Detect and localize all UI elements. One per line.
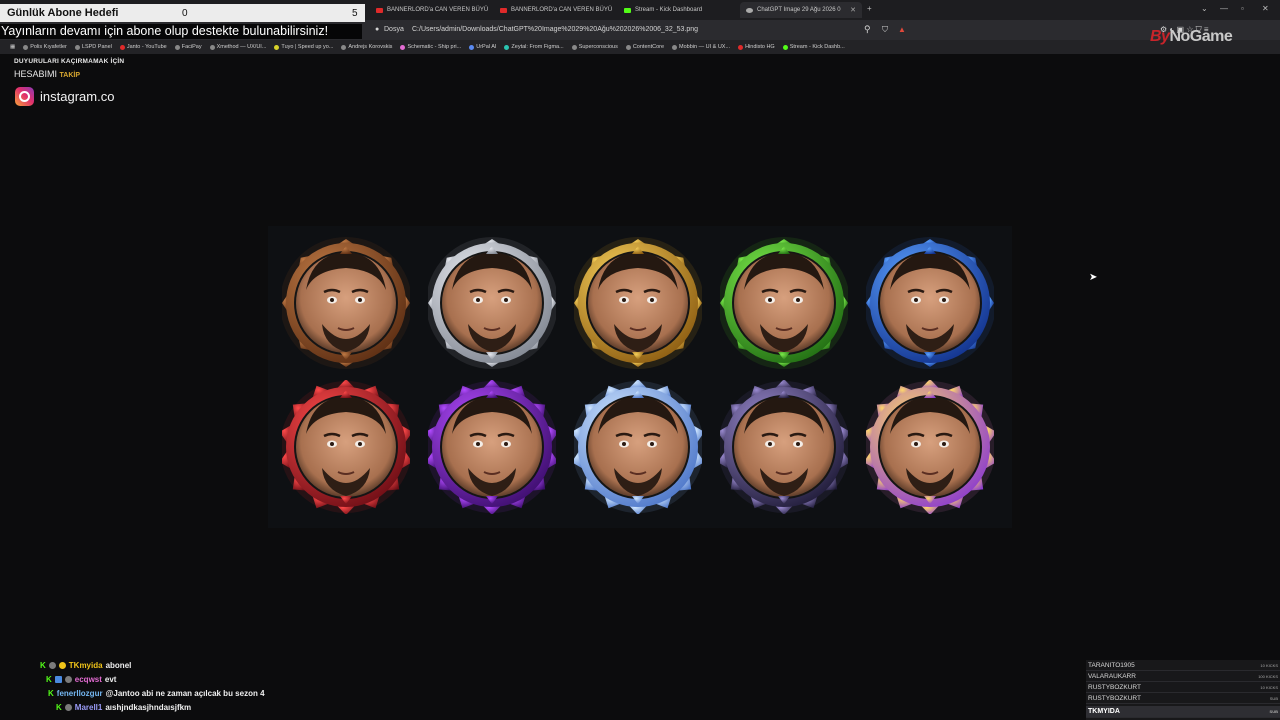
chat-text: evt: [104, 675, 117, 684]
minimize-icon[interactable]: —: [1220, 4, 1228, 13]
chat-message: K Marell1 aıshjndkasjhndaısjfkm: [56, 701, 191, 714]
leaderboard-row-latest: TKMYIDA SUB: [1086, 706, 1280, 718]
youtube-icon: [500, 7, 507, 13]
tab-bannerlord-1[interactable]: BANNERLORD'a CAN VEREN BÜYÜ: [370, 2, 492, 18]
bookmark-5[interactable]: Tuyo | Speed up yo...: [270, 44, 337, 50]
badge-icon: [64, 704, 72, 711]
instagram-icon: [15, 87, 34, 106]
image-viewer: [268, 226, 1012, 528]
chat-text: abonel: [105, 661, 132, 670]
close-tab-icon[interactable]: ✕: [850, 6, 856, 14]
chat-username[interactable]: fenerllozgur: [57, 689, 103, 698]
badge-frame-master: [720, 380, 848, 514]
tab-label: BANNERLORD'a CAN VEREN BÜYÜ: [387, 7, 489, 13]
badge-frame-amethyst: [428, 380, 556, 514]
goal-label: Günlük Abone Hedefi: [7, 7, 119, 19]
supporters-leaderboard: TARANITO1905 10 KICKS VALARAUKARR 100 KICK…: [1086, 660, 1280, 720]
tab-bannerlord-2[interactable]: BANNERLORD'a CAN VEREN BÜYÜ: [494, 2, 616, 18]
bookmark-7[interactable]: Schematic - Ship pri...: [396, 44, 465, 50]
info-icon[interactable]: ●: [375, 26, 379, 33]
badge-frame-ruby: [282, 380, 410, 514]
bookmark-12[interactable]: Mobbin — UI & UX...: [668, 44, 734, 50]
youtube-icon: [376, 7, 383, 13]
badge-frame-diamond: [574, 380, 702, 514]
bookmark-14[interactable]: Stream - Kick Dashb...: [779, 44, 849, 50]
chat-message: K fenerllozgur @Jantoo abi ne zaman açıl…: [48, 687, 265, 700]
bookmark-2[interactable]: Janto - YouTube: [116, 44, 171, 50]
leaderboard-row: RUSTYBOZKURT 10 KICKS: [1086, 682, 1280, 693]
leaderboard-row: RUSTYBOZKURT SUB: [1086, 693, 1280, 704]
badge-frame-silver: [428, 236, 556, 370]
url-field[interactable]: C:/Users/admin/Downloads/ChatGPT%20Image…: [412, 26, 698, 33]
instagram-handle: instagram.co: [40, 89, 115, 104]
tab-label: Stream - Kick Dashboard: [635, 7, 703, 13]
bookmarks-bar: ▦ Polis Kıyafetler LSPD Panel Janto - Yo…: [0, 40, 1280, 54]
bookmark-8[interactable]: UrPal AI: [465, 44, 500, 50]
badge-frame-gold: [574, 236, 702, 370]
chat-username[interactable]: TKmyida: [69, 661, 103, 670]
instagram-promo: instagram.co: [15, 87, 114, 106]
apps-grid-icon[interactable]: ▦: [6, 44, 19, 50]
badge-icon: [48, 662, 56, 669]
bookmark-9[interactable]: Zeytal: From Figma...: [500, 44, 567, 50]
zoom-icon[interactable]: ⚲: [864, 24, 871, 35]
close-window-icon[interactable]: ✕: [1262, 4, 1269, 13]
leaderboard-row: TARANITO1905 10 KICKS: [1086, 660, 1280, 671]
chat-text: @Jantoo abi ne zaman açılcak bu sezon 4: [105, 689, 265, 698]
tab-label: BANNERLORD'a CAN VEREN BÜYÜ: [511, 7, 613, 13]
chat-username[interactable]: ecqwst: [75, 675, 102, 684]
bookmark-0[interactable]: Polis Kıyafetler: [19, 44, 71, 50]
shield-icon[interactable]: ⛉: [882, 25, 888, 35]
chat-message: K TKmyida abonel: [40, 659, 131, 672]
channel-logo: ByNoGame: [1150, 28, 1233, 45]
chevron-down-icon[interactable]: ⌄: [1201, 4, 1208, 13]
globe-icon: [746, 7, 753, 13]
tab-chatgpt-image[interactable]: ChatGPT Image 29 Ağu 2026 0 ✕: [740, 2, 862, 18]
badge-icon: [64, 676, 72, 683]
chat-username[interactable]: Marell1: [75, 703, 103, 712]
kick-badge-icon: K: [56, 703, 62, 712]
chat-message: K ecqwst evt: [46, 673, 116, 686]
kick-icon: [624, 7, 631, 13]
file-scheme-label: Dosya: [384, 26, 404, 33]
bookmark-6[interactable]: Andrejs Korovskis: [337, 44, 396, 50]
goal-target: 5: [352, 7, 358, 19]
bookmark-13[interactable]: Hindisto HG: [734, 44, 779, 50]
goal-current: 0: [182, 7, 188, 19]
scrolling-ticker: Yayınların devamı için abone olup destek…: [0, 24, 362, 39]
tab-label: ChatGPT Image 29 Ağu 2026 0: [757, 7, 841, 13]
screen: BANNERLORD'a CAN VEREN BÜYÜ BANNERLORD'a…: [0, 0, 1280, 720]
bookmark-4[interactable]: Xmethod — UX/UI...: [206, 44, 271, 50]
promo-line2: HESABIMI TAKİP: [14, 69, 81, 79]
bookmark-3[interactable]: FaciPay: [171, 44, 206, 50]
bookmark-11[interactable]: ContentCore: [622, 44, 668, 50]
kick-badge-icon: K: [48, 689, 54, 698]
badge-icon: [54, 676, 62, 683]
kick-badge-icon: K: [40, 661, 46, 670]
badge-frame-emerald: [720, 236, 848, 370]
warning-icon[interactable]: ▲: [898, 25, 906, 34]
leaderboard-row: VALARAUKARR 100 KICKS: [1086, 671, 1280, 682]
bookmark-10[interactable]: Superconscious: [568, 44, 622, 50]
maximize-icon[interactable]: ▫: [1241, 4, 1244, 13]
badge-frame-sapphire: [866, 236, 994, 370]
tab-kick-dashboard[interactable]: Stream - Kick Dashboard: [618, 2, 738, 18]
new-tab-icon[interactable]: +: [867, 4, 872, 13]
promo-line1: DUYURULARI KAÇIRMAMAK İÇİN: [14, 58, 125, 65]
badge-frame-bronze: [282, 236, 410, 370]
sub-goal-bar: Günlük Abone Hedefi 0 5: [0, 4, 365, 22]
chat-text: aıshjndkasjhndaısjfkm: [105, 703, 192, 712]
mouse-cursor-icon: ➤: [1089, 272, 1098, 283]
bookmark-1[interactable]: LSPD Panel: [71, 44, 116, 50]
badge-frame-prismatic: [866, 380, 994, 514]
sub-badge-icon: [58, 662, 66, 669]
kick-badge-icon: K: [46, 675, 52, 684]
